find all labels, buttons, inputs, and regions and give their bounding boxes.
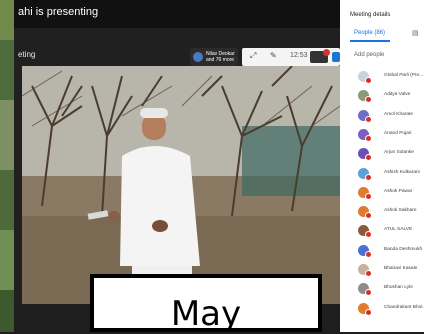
participant-row[interactable]: Amol Kharate	[340, 106, 424, 125]
muted-mic-icon	[365, 115, 372, 123]
muted-mic-icon	[365, 250, 372, 258]
participant-name: Arjun Solanke	[384, 150, 414, 156]
add-people-button[interactable]: Add people	[354, 52, 384, 58]
muted-mic-icon	[365, 77, 372, 84]
participant-row[interactable]: Global Parli (Pre...	[340, 67, 424, 86]
participant-row[interactable]: Bhushan Lyle	[340, 279, 424, 298]
muted-mic-icon	[365, 231, 372, 239]
muted-mic-icon	[365, 308, 372, 316]
panel-tabs: People (86) ▤	[340, 28, 424, 42]
muted-mic-icon	[365, 289, 372, 297]
muted-mic-icon	[365, 96, 372, 104]
caption-box: May	[90, 274, 322, 334]
info-button[interactable]	[332, 52, 340, 62]
participant-name: Bhairavi Kasale	[384, 266, 418, 271]
muted-mic-icon	[365, 270, 372, 277]
caption-text: May	[170, 294, 242, 334]
orchard-scene	[22, 66, 340, 304]
panel-heading: Meeting details	[350, 12, 391, 18]
participant-name: Aditya Valve	[384, 92, 411, 98]
participant-row[interactable]: ATUL SALVE	[340, 221, 424, 240]
participant-row[interactable]: Bhairavi Kasale	[340, 260, 424, 279]
participant-name: ATUL SALVE	[384, 227, 413, 233]
muted-mic-icon	[365, 173, 372, 181]
notification-dot-icon	[323, 49, 330, 56]
tab-people[interactable]: People (86)	[354, 30, 385, 36]
speaker-name: Nilav Deokar and 76 more	[206, 51, 235, 63]
participant-row[interactable]: Chandrakant Bhol...	[340, 299, 424, 318]
presentation-title: eting	[18, 50, 36, 59]
participant-name: Banda Deshmukh	[384, 246, 423, 252]
muted-mic-icon	[365, 134, 372, 142]
left-video-strip	[0, 0, 14, 332]
meeting-controls: ⤢ ✎ 12:53	[242, 48, 340, 66]
participant-name: Global Parli (Pre...	[384, 73, 424, 78]
participant-name: Ashish Kulkarani	[384, 169, 420, 175]
participant-name: Ashok Sakhare	[384, 208, 417, 214]
present-button[interactable]	[310, 49, 330, 63]
muted-mic-icon	[365, 212, 372, 220]
muted-mic-icon	[365, 192, 372, 200]
meeting-details-panel: Meeting details People (86) ▤ Add people…	[340, 0, 424, 332]
participant-name: Chandrakant Bhol...	[384, 304, 424, 310]
meeting-clock: 12:53	[290, 52, 308, 59]
participant-row[interactable]: Aditya Valve	[340, 86, 424, 105]
chat-icon[interactable]: ✎	[270, 51, 277, 60]
participant-row[interactable]: Anand Pujari	[340, 125, 424, 144]
speaker-chip: Nilav Deokar and 76 more	[190, 48, 238, 66]
participant-name: Bhushan Lyle	[384, 285, 413, 291]
participant-row[interactable]: Banda Deshmukh	[340, 241, 424, 260]
participant-row[interactable]: Ashok Sakhare	[340, 202, 424, 221]
participant-name: Ashok Pawar	[384, 188, 413, 194]
expand-icon[interactable]: ⤢	[250, 51, 256, 61]
tab-underline	[350, 40, 390, 42]
caption-panel: May	[94, 278, 318, 334]
participant-row[interactable]: Ashok Pawar	[340, 183, 424, 202]
presentation-top-bar: ahi is presenting	[14, 0, 340, 28]
presenting-label: ahi is presenting	[18, 6, 99, 18]
participant-row[interactable]: Ashish Kulkarani	[340, 164, 424, 183]
participant-name: Amol Kharate	[384, 111, 414, 117]
muted-mic-icon	[365, 154, 372, 162]
participant-row[interactable]: Arjun Solanke	[340, 144, 424, 163]
shared-video[interactable]: eting Nilav Deokar and 76 more ⤢ ✎ 12:53	[14, 28, 340, 304]
participant-name: Anand Pujari	[384, 130, 412, 136]
speaker-avatar	[193, 52, 203, 62]
chat-tab-icon[interactable]: ▤	[412, 29, 419, 37]
